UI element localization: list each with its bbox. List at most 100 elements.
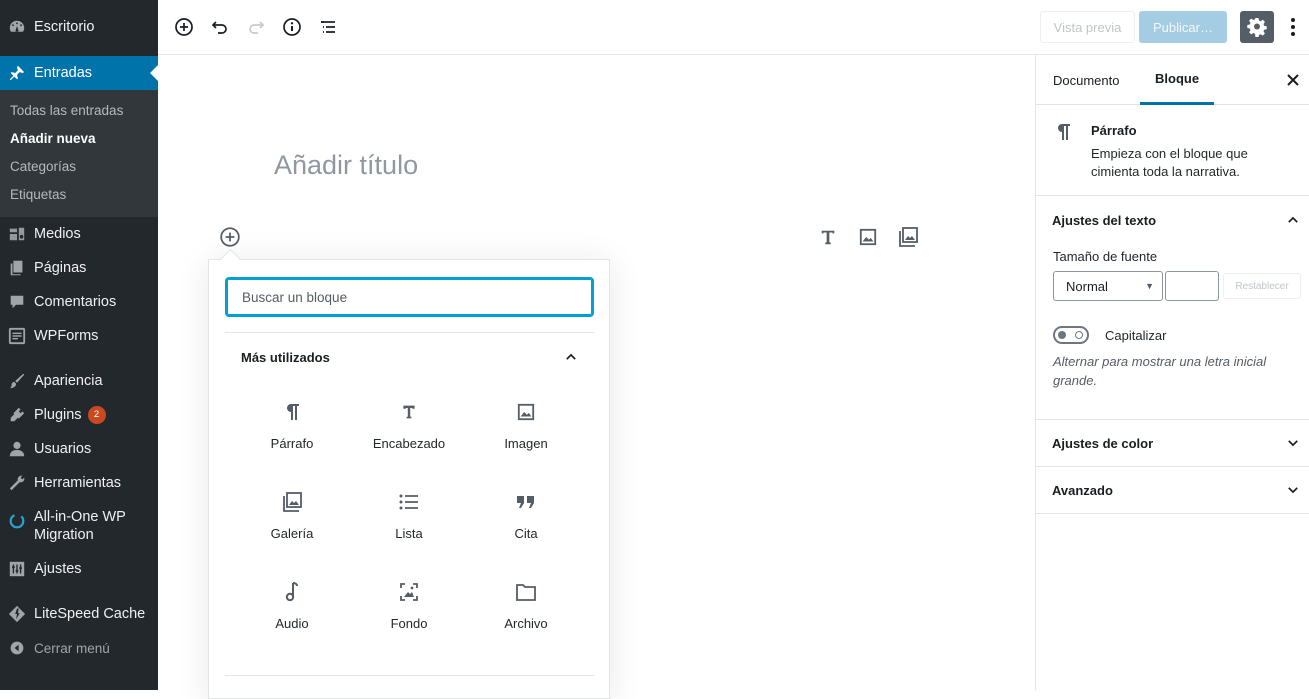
editor-toolbar: Vista previa Publicar… xyxy=(158,0,1309,55)
menu-item-apariencia[interactable]: Apariencia xyxy=(0,364,158,398)
menu-item-entradas[interactable]: Entradas xyxy=(0,56,158,90)
block-label: Audio xyxy=(275,616,309,631)
inline-inserter-button[interactable] xyxy=(219,226,241,248)
block-inserter-popover: Más utilizados Párrafo Encabezado Imagen… xyxy=(208,259,610,699)
more-vertical-icon xyxy=(1290,17,1296,37)
image-icon xyxy=(514,400,538,424)
most-used-category-toggle[interactable]: Más utilizados xyxy=(225,340,594,374)
menu-item-paginas[interactable]: Páginas xyxy=(0,251,158,285)
font-size-select[interactable]: Normal ▼ xyxy=(1053,271,1163,301)
settings-toggle-button[interactable] xyxy=(1240,11,1274,43)
menu-item-herramientas[interactable]: Herramientas xyxy=(0,466,158,500)
posts-submenu: Todas las entradas Añadir nueva Categorí… xyxy=(0,90,158,217)
section-title: Ajustes de color xyxy=(1052,435,1154,451)
menu-item-comentarios[interactable]: Comentarios xyxy=(0,285,158,319)
block-item-gallery[interactable]: Galería xyxy=(237,480,347,560)
block-search-input[interactable] xyxy=(225,277,594,317)
menu-label: Entradas xyxy=(34,65,93,81)
info-icon xyxy=(282,17,302,37)
paragraph-icon xyxy=(280,400,304,424)
menu-item-wpforms[interactable]: WPForms xyxy=(0,319,158,353)
gallery-icon xyxy=(898,227,918,247)
submenu-add-new[interactable]: Añadir nueva xyxy=(10,131,96,146)
menu-item-escritorio[interactable]: Escritorio xyxy=(0,10,158,44)
block-label: Cita xyxy=(514,526,538,541)
heading-icon xyxy=(397,400,421,424)
block-navigation-button[interactable] xyxy=(315,14,341,40)
reset-font-size-button[interactable]: Restablecer xyxy=(1223,273,1301,299)
post-title-input[interactable]: Añadir título xyxy=(274,150,418,181)
content-info-button[interactable] xyxy=(279,14,305,40)
block-label: Imagen xyxy=(504,436,548,451)
chevron-down-icon xyxy=(1286,436,1300,450)
submenu-categories[interactable]: Categorías xyxy=(10,159,76,174)
media-icon xyxy=(0,217,34,251)
block-item-file[interactable]: Archivo xyxy=(471,570,581,650)
menu-label: Apariencia xyxy=(34,373,103,389)
block-label: Galería xyxy=(270,526,314,541)
menu-item-plugins[interactable]: Plugins 2 xyxy=(0,398,158,432)
comments-icon xyxy=(0,285,34,319)
block-label: Encabezado xyxy=(372,436,446,451)
menu-label: Escritorio xyxy=(34,19,95,35)
block-card-title: Párrafo xyxy=(1091,123,1137,138)
menu-item-litespeed-cache[interactable]: LiteSpeed Cache xyxy=(0,597,158,631)
quick-heading-button[interactable] xyxy=(817,226,839,248)
admin-sidebar: Escritorio Entradas Todas las entradas A… xyxy=(0,0,158,690)
gallery-icon xyxy=(280,490,304,514)
block-card: Párrafo Empieza con el bloque que cimien… xyxy=(1036,105,1309,196)
tab-bloque[interactable]: Bloque xyxy=(1140,55,1215,105)
add-block-button[interactable] xyxy=(171,14,197,40)
quick-gallery-button[interactable] xyxy=(897,226,919,248)
redo-button[interactable] xyxy=(243,14,269,40)
more-options-button[interactable] xyxy=(1282,13,1304,41)
category-label: Más utilizados xyxy=(241,349,330,365)
color-settings-toggle[interactable]: Ajustes de color xyxy=(1036,420,1309,466)
text-settings-toggle[interactable]: Ajustes del texto xyxy=(1036,197,1309,243)
menu-item-all-in-one-wp-migration[interactable]: All-in-One WP Migration xyxy=(0,504,158,548)
quick-image-button[interactable] xyxy=(857,226,879,248)
divider xyxy=(225,675,594,676)
add-block-icon xyxy=(174,17,194,37)
block-label: Párrafo xyxy=(270,436,314,451)
block-item-paragraph[interactable]: Párrafo xyxy=(237,390,347,470)
pushpin-icon xyxy=(0,56,34,90)
menu-item-medios[interactable]: Medios xyxy=(0,217,158,251)
block-item-cover[interactable]: Fondo xyxy=(354,570,464,650)
drop-cap-toggle[interactable] xyxy=(1053,326,1089,344)
tab-documento[interactable]: Documento xyxy=(1053,55,1119,105)
menu-label: All-in-One WP Migration xyxy=(34,509,126,543)
add-block-icon xyxy=(219,226,241,248)
block-item-list[interactable]: Lista xyxy=(354,480,464,560)
chevron-up-icon xyxy=(1286,213,1300,227)
submenu-tags[interactable]: Etiquetas xyxy=(10,187,66,202)
menu-item-usuarios[interactable]: Usuarios xyxy=(0,432,158,466)
gear-icon xyxy=(1247,17,1267,37)
publish-button[interactable]: Publicar… xyxy=(1139,11,1227,43)
migration-icon xyxy=(0,508,34,534)
menu-collapse-button[interactable]: Cerrar menú xyxy=(0,631,158,665)
advanced-settings-toggle[interactable]: Avanzado xyxy=(1036,467,1309,513)
chevron-up-icon xyxy=(564,350,578,364)
block-item-heading[interactable]: Encabezado xyxy=(354,390,464,470)
custom-font-size-input[interactable] xyxy=(1165,271,1219,301)
section-title: Ajustes del texto xyxy=(1052,212,1157,228)
update-count-badge: 2 xyxy=(87,406,106,424)
block-item-image[interactable]: Imagen xyxy=(471,390,581,470)
block-card-description: Empieza con el bloque que cimienta toda … xyxy=(1091,146,1248,179)
undo-button[interactable] xyxy=(207,14,233,40)
block-navigation-icon xyxy=(318,17,338,37)
block-item-audio[interactable]: Audio xyxy=(237,570,347,650)
menu-label: Medios xyxy=(34,226,81,242)
block-item-quote[interactable]: Cita xyxy=(471,480,581,560)
menu-item-ajustes[interactable]: Ajustes xyxy=(0,552,158,586)
pages-icon xyxy=(0,251,34,285)
menu-label: Comentarios xyxy=(34,294,117,310)
submenu-all-posts[interactable]: Todas las entradas xyxy=(10,103,123,118)
close-sidebar-button[interactable] xyxy=(1282,69,1304,91)
settings-sliders-icon xyxy=(0,552,34,586)
preview-button[interactable]: Vista previa xyxy=(1040,11,1135,43)
quote-icon xyxy=(514,490,538,514)
wrench-icon xyxy=(0,466,34,500)
cover-icon xyxy=(397,580,421,604)
